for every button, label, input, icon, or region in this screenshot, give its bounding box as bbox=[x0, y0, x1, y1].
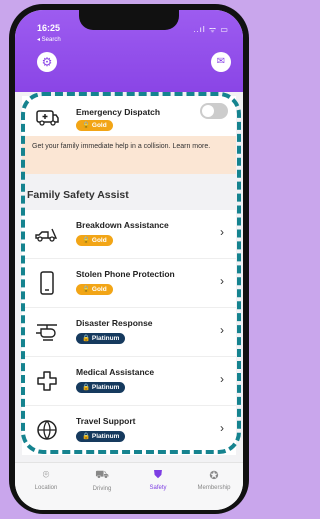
feature-row-medical-assistance[interactable]: Medical Assistance 🔒 Platinum › bbox=[22, 357, 236, 406]
tab-label: Safety bbox=[149, 485, 167, 491]
safety-content: Emergency Dispatch 🔒 Gold Get your famil… bbox=[15, 92, 243, 462]
gear-icon: ⚙ bbox=[41, 55, 53, 69]
helicopter-icon bbox=[34, 319, 60, 345]
safety-feature-list: Breakdown Assistance 🔒 Gold › Stolen Pho… bbox=[22, 210, 236, 455]
feature-title: Stolen Phone Protection bbox=[76, 269, 175, 279]
tab-location[interactable]: ⌾ Location bbox=[21, 469, 71, 491]
emergency-dispatch-toggle[interactable] bbox=[200, 103, 228, 119]
tab-label: Location bbox=[34, 485, 58, 491]
tab-label: Membership bbox=[197, 485, 231, 491]
status-time: 16:25 bbox=[37, 23, 61, 33]
chevron-right-icon: › bbox=[220, 372, 224, 386]
location-pin-icon: ⌾ bbox=[42, 469, 50, 481]
phone-icon bbox=[34, 270, 60, 296]
section-title: Family Safety Assist bbox=[27, 189, 129, 201]
notch bbox=[79, 10, 179, 30]
toggle-knob bbox=[202, 105, 214, 117]
bottom-tab-bar: ⌾ Location ⛟ Driving ⛊ Safety ✪ Membership bbox=[15, 462, 243, 510]
feature-title: Medical Assistance bbox=[76, 367, 155, 377]
tier-badge: 🔒 Platinum bbox=[76, 431, 126, 442]
tab-membership[interactable]: ✪ Membership bbox=[189, 469, 239, 491]
tier-badge: 🔒 Platinum bbox=[76, 382, 126, 393]
shield-icon: ⛊ bbox=[153, 469, 163, 481]
chevron-right-icon: › bbox=[220, 323, 224, 337]
tab-driving[interactable]: ⛟ Driving bbox=[77, 469, 127, 492]
badge-label: Gold bbox=[91, 237, 107, 244]
feature-row-travel-support[interactable]: Travel Support 🔒 Platinum › bbox=[22, 406, 236, 455]
status-icons: ..ıl ᯤ ▭ bbox=[193, 25, 229, 34]
feature-row-breakdown-assistance[interactable]: Breakdown Assistance 🔒 Gold › bbox=[22, 210, 236, 259]
feature-title: Travel Support bbox=[76, 416, 136, 426]
car-icon: ⛟ bbox=[95, 469, 109, 481]
badge-label: Gold bbox=[91, 122, 107, 129]
top-bar: 16:25 ◂ Search ..ıl ᯤ ▭ ⚙ ✉ bbox=[15, 10, 243, 92]
tier-badge: 🔒 Gold bbox=[76, 235, 113, 246]
app-screen: 16:25 ◂ Search ..ıl ᯤ ▭ ⚙ ✉ Emergency Di… bbox=[15, 10, 243, 510]
globe-icon bbox=[34, 417, 60, 443]
chevron-right-icon: › bbox=[220, 421, 224, 435]
mail-button[interactable]: ✉ bbox=[211, 52, 231, 72]
chevron-right-icon: › bbox=[220, 225, 224, 239]
tab-label: Driving bbox=[92, 486, 112, 492]
ambulance-icon bbox=[34, 104, 60, 130]
badge-label: Gold bbox=[91, 286, 107, 293]
back-to-search-link[interactable]: ◂ Search bbox=[37, 36, 61, 43]
tow-truck-icon bbox=[34, 221, 60, 247]
emergency-dispatch-badge: 🔒 Gold bbox=[76, 120, 113, 131]
feature-row-stolen-phone-protection[interactable]: Stolen Phone Protection 🔒 Gold › bbox=[22, 259, 236, 308]
mail-icon: ✉ bbox=[216, 56, 226, 67]
tab-safety[interactable]: ⛊ Safety bbox=[133, 469, 183, 491]
feature-title: Breakdown Assistance bbox=[76, 220, 169, 230]
tier-badge: 🔒 Platinum bbox=[76, 333, 126, 344]
medical-cross-icon bbox=[34, 368, 60, 394]
badge-label: Platinum bbox=[91, 335, 120, 342]
emergency-dispatch-description[interactable]: Get your family immediate help in a coll… bbox=[22, 136, 236, 174]
membership-badge-icon: ✪ bbox=[209, 470, 219, 482]
badge-label: Platinum bbox=[91, 384, 120, 391]
emergency-dispatch-card[interactable]: Emergency Dispatch 🔒 Gold Get your famil… bbox=[22, 96, 236, 174]
chevron-right-icon: › bbox=[220, 274, 224, 288]
feature-title: Disaster Response bbox=[76, 318, 153, 328]
emergency-dispatch-title: Emergency Dispatch bbox=[76, 107, 161, 117]
feature-row-disaster-response[interactable]: Disaster Response 🔒 Platinum › bbox=[22, 308, 236, 357]
settings-button[interactable]: ⚙ bbox=[37, 52, 57, 72]
tier-badge: 🔒 Gold bbox=[76, 284, 113, 295]
badge-label: Platinum bbox=[91, 433, 120, 440]
